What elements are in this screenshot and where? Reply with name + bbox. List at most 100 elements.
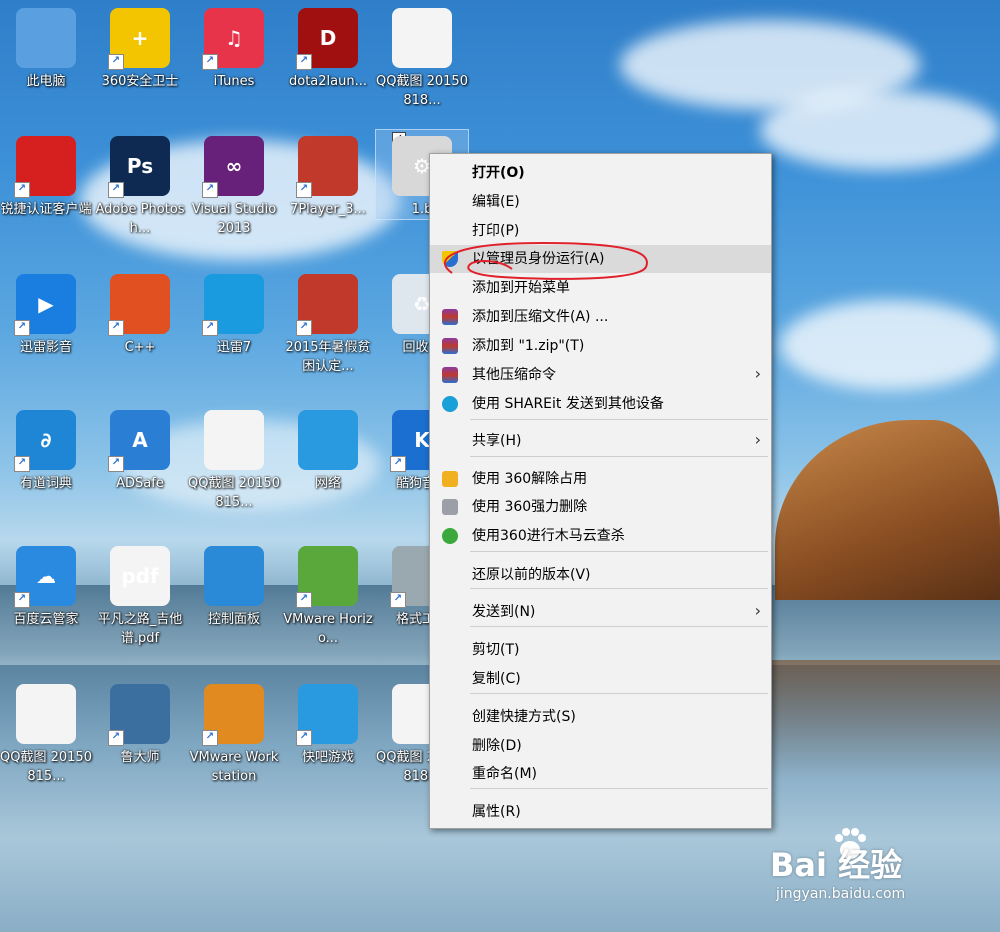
desktop-icon-label: QQ截图 20150818... [376,74,468,108]
menu-separator [470,551,768,552]
menu-item[interactable]: 剪切(T) [430,636,771,664]
desktop-icon-label: iTunes [213,74,255,89]
icon-glyph: D [319,26,337,50]
menu-item-label: 编辑(E) [472,194,520,210]
desktop-icon-label: 360安全卫士 [101,74,179,89]
shortcut-arrow-icon: ↗ [296,320,312,336]
menu-item[interactable]: 创建快捷方式(S) [430,703,771,731]
desktop-icon-label: Visual Studio 2013 [191,202,277,236]
menu-item[interactable]: 使用360进行木马云查杀 [430,522,771,550]
desktop-icon-image: D ↗ [296,8,358,70]
desktop-icon-image [392,8,452,68]
shortcut-arrow-icon: ↗ [202,182,218,198]
menu-item[interactable]: 添加到 "1.zip"(T) [430,332,771,360]
desktop-icon[interactable]: pdf 平凡之路_吉他谱.pdf [94,540,186,648]
shortcut-arrow-icon: ↗ [108,54,124,70]
desktop-icon[interactable]: A ↗ ADSafe [94,404,186,493]
desktop-icon-label: 7Player_3... [290,202,366,217]
menu-separator [470,788,768,789]
desktop-icon[interactable]: Ps ↗ Adobe Photosh... [94,130,186,238]
uac-shield-icon [442,251,458,267]
desktop-icon-label: 2015年暑假贫困认定... [285,340,371,374]
desktop-icon[interactable]: ∂ ↗ 有道词典 [0,404,92,493]
menu-item[interactable]: 打开(O) [430,159,771,187]
desktop-icon[interactable]: ▶ ↗ 迅雷影音 [0,268,92,357]
shortcut-arrow-icon: ↗ [108,182,124,198]
menu-item-label: 以管理员身份运行(A) [472,251,605,267]
menu-item[interactable]: 打印(P) [430,217,771,245]
submenu-chevron-icon: › [754,364,761,383]
shortcut-arrow-icon: ↗ [202,320,218,336]
shortcut-arrow-icon: ↗ [14,320,30,336]
desktop-icon-image [16,684,76,744]
desktop-icon[interactable]: ↗ VMware Horizo... [282,540,374,648]
shred-360-icon [442,499,458,515]
desktop-icon-image: ▶ ↗ [14,274,76,336]
desktop-icon[interactable]: ↗ 鲁大师 [94,678,186,767]
desktop-icon-image: ↗ [296,136,358,198]
desktop-icon[interactable]: 网络 [282,404,374,493]
icon-glyph: ∂ [40,428,52,452]
menu-item[interactable]: 使用 360强力删除 [430,493,771,521]
desktop-icon-image [16,8,76,68]
desktop-icon[interactable]: ↗ 7Player_3... [282,130,374,219]
menu-item-label: 添加到 "1.zip"(T) [472,338,585,354]
desktop-icon[interactable]: + ↗ 360安全卫士 [94,2,186,91]
icon-glyph: pdf [121,564,159,588]
menu-separator [470,693,768,694]
desktop-icon[interactable]: ↗ 快吧游戏 [282,678,374,767]
icon-glyph: ∞ [225,154,243,178]
menu-item-label: 添加到压缩文件(A) ... [472,309,609,325]
menu-item[interactable]: 发送到(N) › [430,598,771,626]
desktop-icon-label: 鲁大师 [120,750,160,765]
menu-item[interactable]: 使用 360解除占用 [430,465,771,493]
desktop-icon[interactable]: QQ截图 20150815... [0,678,92,786]
menu-item[interactable]: 复制(C) [430,665,771,693]
desktop-icon-image: A ↗ [108,410,170,472]
icon-glyph: A [132,428,148,452]
menu-item[interactable]: 以管理员身份运行(A) [430,245,771,273]
desktop-icon[interactable]: 此电脑 [0,2,92,91]
shortcut-arrow-icon: ↗ [108,320,124,336]
desktop-icon[interactable]: ☁ ↗ 百度云管家 [0,540,92,629]
desktop-icon[interactable]: ↗ 迅雷7 [188,268,280,357]
menu-item[interactable]: 编辑(E) [430,188,771,216]
desktop-icon[interactable]: ↗ 锐捷认证客户端 [0,130,92,219]
menu-item-label: 共享(H) [472,433,522,449]
desktop-icon[interactable]: 控制面板 [188,540,280,629]
menu-item-label: 剪切(T) [472,642,520,658]
desktop-icon-image [204,546,264,606]
menu-item[interactable]: 删除(D) [430,732,771,760]
rock-formation [775,420,1000,600]
desktop-icon[interactable]: QQ截图 20150818... [376,2,468,110]
menu-item[interactable]: 其他压缩命令 › [430,361,771,389]
winrar-icon [442,309,458,325]
desktop-icon[interactable]: D ↗ dota2laun... [282,2,374,91]
desktop-icon-label: QQ截图 20150815... [0,750,92,784]
desktop-icon-image: ↗ [14,136,76,198]
desktop-icon-image: ↗ [296,274,358,336]
desktop-icon-label: Adobe Photosh... [95,202,185,236]
desktop-icon[interactable]: ↗ 2015年暑假贫困认定... [282,268,374,376]
icon-glyph: + [131,26,149,50]
menu-item[interactable]: 添加到开始菜单 [430,274,771,302]
menu-item[interactable]: 重命名(M) [430,760,771,788]
desktop-icon[interactable]: QQ截图 20150815... [188,404,280,512]
menu-item[interactable]: 使用 SHAREit 发送到其他设备 [430,390,771,418]
menu-item[interactable]: 还原以前的版本(V) [430,561,771,589]
icon-glyph: ☁ [36,564,56,588]
menu-item[interactable]: 属性(R) [430,798,771,826]
desktop-icon[interactable]: ↗ C++ [94,268,186,357]
desktop-icon[interactable]: ∞ ↗ Visual Studio 2013 [188,130,280,238]
desktop-icon-image: + ↗ [108,8,170,70]
icon-glyph: ♫ [225,26,243,50]
desktop-icon-label: 此电脑 [26,74,66,89]
menu-item[interactable]: 共享(H) › [430,427,771,455]
desktop-icon[interactable]: ♫ ↗ iTunes [188,2,280,91]
desktop-icon-label: 网络 [314,476,341,491]
rock-reflection [770,660,1000,780]
menu-separator [470,419,768,420]
menu-item[interactable]: 添加到压缩文件(A) ... [430,303,771,331]
cloud [780,300,1000,390]
desktop-icon[interactable]: ↗ VMware Workstation [188,678,280,786]
